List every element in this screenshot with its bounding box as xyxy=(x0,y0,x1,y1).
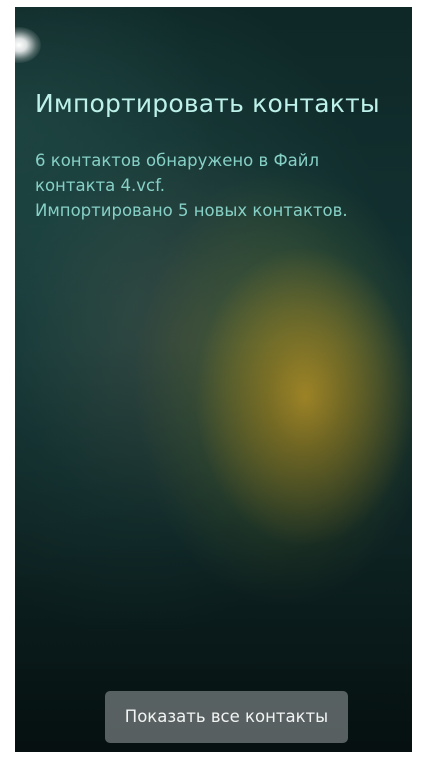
import-result-screen: Импортировать контакты 6 контактов обнар… xyxy=(15,7,412,752)
message-line: 6 контактов обнаружено в Файл xyxy=(35,151,320,170)
dialog-title: Импортировать контакты xyxy=(35,89,380,118)
import-summary-message: 6 контактов обнаружено в Файл контакта 4… xyxy=(35,148,405,223)
wallpaper-shade xyxy=(15,7,412,752)
message-line: Импортировано 5 новых контактов. xyxy=(35,201,348,220)
message-line: контакта 4.vcf. xyxy=(35,176,165,195)
show-all-contacts-button[interactable]: Показать все контакты xyxy=(105,691,348,743)
